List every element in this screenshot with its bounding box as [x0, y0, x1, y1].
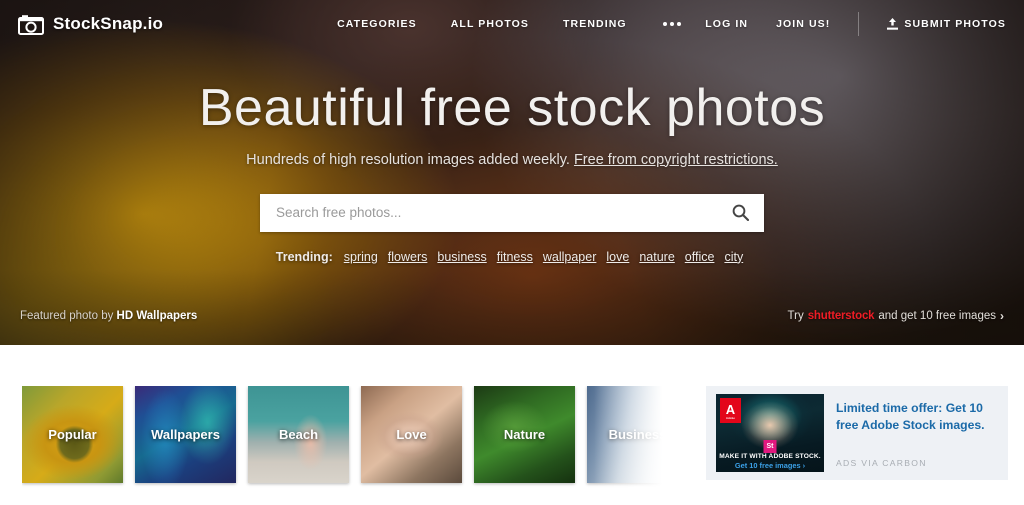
- search-button[interactable]: [716, 194, 764, 232]
- category-tile-wallpapers[interactable]: Wallpapers: [135, 386, 236, 483]
- trending-tag-flowers[interactable]: flowers: [388, 250, 428, 264]
- top-navigation-bar: StockSnap.io CATEGORIES ALL PHOTOS TREND…: [0, 0, 1024, 48]
- category-tile-popular[interactable]: Popular: [22, 386, 123, 483]
- nav-item-trending[interactable]: TRENDING: [563, 18, 627, 30]
- trending-tag-spring[interactable]: spring: [344, 250, 378, 264]
- featured-author-link[interactable]: HD Wallpapers: [117, 310, 198, 322]
- category-label: Love: [396, 427, 427, 442]
- ellipsis-icon[interactable]: [661, 18, 683, 30]
- search-icon: [732, 204, 749, 222]
- adobe-logo-letter: A: [725, 401, 736, 417]
- trending-tag-business[interactable]: business: [437, 250, 486, 264]
- category-label: Beach: [278, 427, 319, 442]
- shutterstock-brand: shutterstock: [807, 310, 875, 322]
- carbon-ad[interactable]: A Adobe St MAKE IT WITH ADOBE STOCK. Get…: [706, 386, 1008, 480]
- category-tile-beach[interactable]: Beach: [248, 386, 349, 483]
- camera-icon: [18, 14, 44, 35]
- secondary-nav: LOG IN JOIN US! SUBMIT PHOTOS: [705, 12, 1006, 36]
- brand-logo[interactable]: StockSnap.io: [18, 14, 163, 35]
- category-tile-nature[interactable]: Nature: [474, 386, 575, 483]
- category-label: Popular: [48, 427, 97, 442]
- nav-item-join-us[interactable]: JOIN US!: [776, 18, 830, 30]
- hero-footer: Featured photo by HD Wallpapers Try shut…: [0, 309, 1024, 323]
- trending-tag-nature[interactable]: nature: [639, 250, 674, 264]
- category-tile-love[interactable]: Love: [361, 386, 462, 483]
- promo-suffix: and get 10 free images: [878, 310, 996, 322]
- trending-tags: Trending: spring flowers business fitness wal…: [0, 250, 1024, 264]
- category-carousel: Popular Wallpapers Beach Love Nature Bus…: [22, 386, 682, 505]
- shutterstock-promo-link[interactable]: Try shutterstock and get 10 free images ›: [788, 309, 1004, 323]
- category-label: Business: [608, 427, 667, 442]
- submit-photos-label: SUBMIT PHOTOS: [904, 18, 1006, 30]
- chevron-right-icon: ›: [1000, 309, 1004, 323]
- ad-creative-cta: Get 10 free images ›: [734, 461, 806, 470]
- trending-tag-office[interactable]: office: [685, 250, 715, 264]
- trending-tag-wallpaper[interactable]: wallpaper: [543, 250, 597, 264]
- promo-prefix: Try: [787, 310, 804, 322]
- ad-headline-link[interactable]: Limited time offer: Get 10 free Adobe St…: [836, 400, 998, 434]
- hero-subtitle-text: Hundreds of high resolution images added…: [246, 151, 574, 168]
- nav-item-categories[interactable]: CATEGORIES: [337, 18, 417, 30]
- featured-prefix: Featured photo by: [20, 310, 117, 322]
- hero-subtitle: Hundreds of high resolution images added…: [0, 152, 1024, 168]
- trending-tag-city[interactable]: city: [724, 250, 743, 264]
- ad-creative-image[interactable]: A Adobe St MAKE IT WITH ADOBE STOCK. Get…: [716, 394, 824, 472]
- submit-photos-button[interactable]: SUBMIT PHOTOS: [887, 18, 1006, 30]
- featured-photo-credit: Featured photo by HD Wallpapers: [20, 310, 197, 322]
- category-label: Wallpapers: [151, 427, 220, 442]
- ad-text-block: Limited time offer: Get 10 free Adobe St…: [836, 394, 998, 468]
- adobe-logo-icon: A Adobe: [720, 398, 741, 423]
- nav-item-all-photos[interactable]: ALL PHOTOS: [451, 18, 529, 30]
- search-input[interactable]: [260, 193, 716, 232]
- category-label: Nature: [503, 427, 546, 442]
- trending-label: Trending:: [275, 249, 333, 264]
- brand-name: StockSnap.io: [53, 14, 164, 33]
- upload-icon: [887, 18, 899, 30]
- hero-section: StockSnap.io CATEGORIES ALL PHOTOS TREND…: [0, 0, 1024, 345]
- nav-divider: [858, 12, 860, 36]
- copyright-link[interactable]: Free from copyright restrictions.: [574, 152, 778, 168]
- primary-nav: CATEGORIES ALL PHOTOS TRENDING: [337, 18, 683, 30]
- adobe-logo-sub: Adobe: [725, 416, 736, 420]
- page-title: Beautiful free stock photos: [198, 79, 826, 137]
- trending-tag-fitness[interactable]: fitness: [497, 250, 533, 264]
- ad-creative-caption: MAKE IT WITH ADOBE STOCK.: [719, 453, 821, 460]
- adobe-stock-badge-icon: St: [763, 440, 777, 453]
- trending-tag-love[interactable]: love: [606, 250, 629, 264]
- nav-item-log-in[interactable]: LOG IN: [705, 18, 748, 30]
- ad-attribution[interactable]: Ads via Carbon: [836, 458, 998, 468]
- search-bar: [260, 193, 764, 232]
- lower-section: Popular Wallpapers Beach Love Nature Bus…: [0, 345, 1024, 505]
- category-tile-business[interactable]: Business: [587, 386, 682, 483]
